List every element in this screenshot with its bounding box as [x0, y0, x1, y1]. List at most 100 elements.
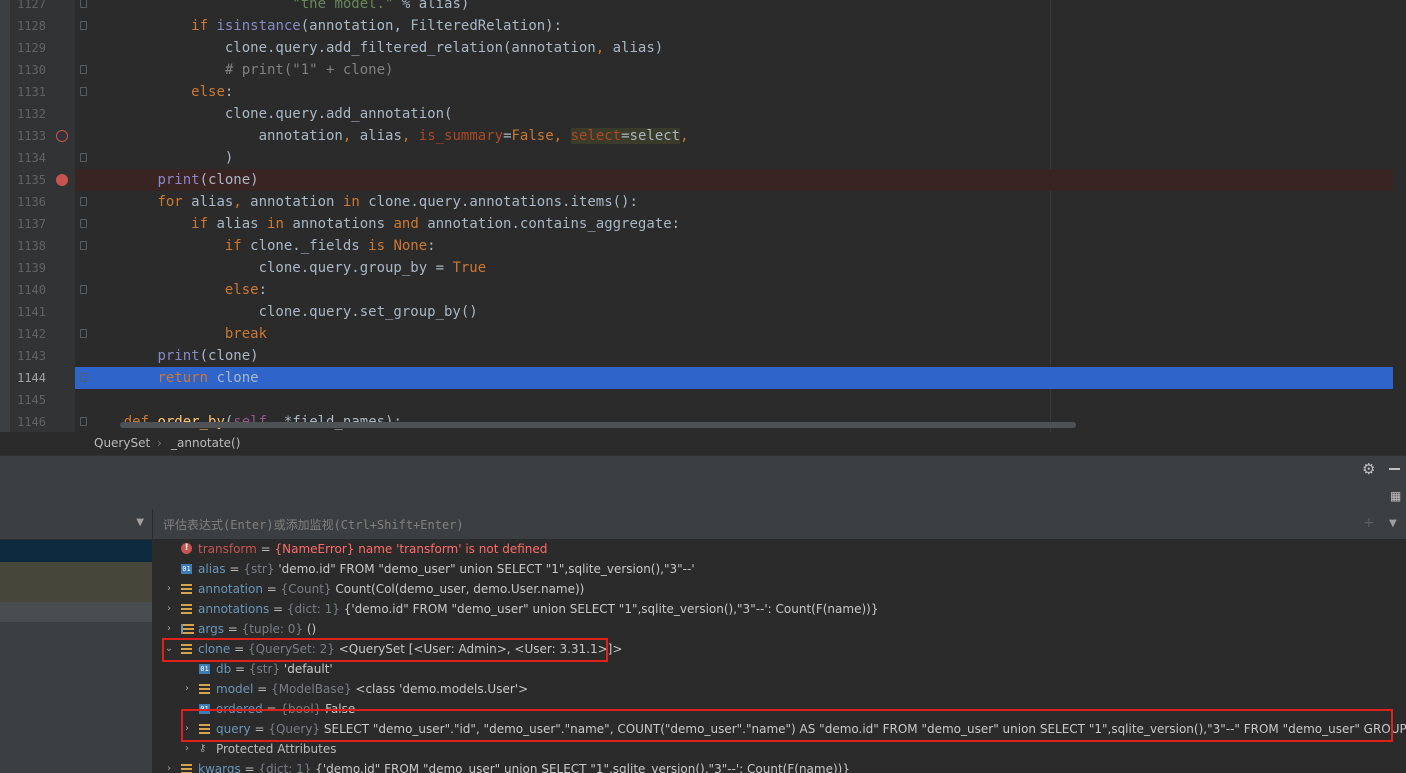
variable-text: transform = {NameError} name 'transform'… — [198, 539, 547, 559]
code-text: "the model." % alias) — [292, 0, 470, 12]
code-line[interactable]: 1139 clone.query.group_by = True — [0, 257, 1392, 279]
expand-icon[interactable]: › — [181, 739, 193, 759]
line-number: 1130 — [17, 63, 46, 77]
code-line[interactable]: 1131 else: — [0, 81, 1392, 103]
line-number: 1146 — [17, 415, 46, 429]
history-dropdown-icon[interactable]: ▼ — [1389, 518, 1397, 529]
breadcrumb-separator: › — [157, 436, 162, 450]
code-editor[interactable]: 1127 "the model." % alias) 1128 if isinst… — [0, 0, 1406, 432]
code-text: clone.query.group_by = True — [90, 260, 487, 276]
code-line[interactable]: 1142 break — [0, 323, 1392, 345]
code-text: else: — [224, 282, 268, 298]
line-number: 1142 — [17, 327, 46, 341]
code-line[interactable]: 1128 if isinstance(annotation, FilteredR… — [0, 15, 1392, 37]
variable-value: 'demo.id" FROM "demo_user" union SELECT … — [278, 562, 695, 576]
variable-row[interactable]: ! transform = {NameError} name 'transform… — [153, 539, 1406, 559]
line-number: 1133 — [17, 129, 46, 143]
equals-sign: = — [253, 682, 272, 696]
code-line[interactable]: 1136 for alias, annotation in clone.quer… — [0, 191, 1392, 213]
variable-value: <class 'demo.models.User'> — [355, 682, 529, 696]
minimize-icon[interactable] — [1389, 468, 1400, 470]
code-line[interactable]: 1137 if alias in annotations and annotat… — [0, 213, 1392, 235]
breakpoint-icon[interactable] — [56, 130, 68, 142]
variable-row[interactable]: › model = {ModelBase} <class 'demo.models… — [153, 679, 1406, 699]
variable-name: annotation — [198, 582, 263, 596]
code-line[interactable]: 1145 — [0, 389, 1392, 411]
breadcrumb-class[interactable]: QuerySet — [94, 432, 150, 454]
expand-icon[interactable]: › — [163, 579, 175, 599]
variable-text: kwargs = {dict: 1} {'demo.id" FROM "demo… — [198, 759, 850, 773]
layout-icon[interactable]: ▦ — [1390, 489, 1401, 503]
fold-marker-icon[interactable] — [80, 197, 87, 206]
code-line[interactable]: 1127 "the model." % alias) — [0, 0, 1392, 15]
code-line[interactable]: 1129 clone.query.add_filtered_relation(a… — [0, 37, 1392, 59]
fold-marker-icon[interactable] — [80, 87, 87, 96]
gear-icon[interactable]: ⚙ — [1362, 460, 1375, 478]
expand-icon[interactable]: › — [163, 599, 175, 619]
breakpoint-line-highlight — [75, 169, 1393, 191]
line-number: 1131 — [17, 85, 46, 99]
horizontal-scrollbar[interactable] — [120, 422, 1076, 428]
error-stripe[interactable] — [1393, 0, 1406, 432]
field-icon — [181, 764, 192, 773]
variable-value: {'demo.id" FROM "demo_user" union SELECT… — [343, 602, 879, 616]
code-line[interactable]: 1132 clone.query.add_annotation( — [0, 103, 1392, 125]
fold-marker-icon[interactable] — [80, 153, 87, 162]
fold-marker-icon[interactable] — [80, 417, 87, 426]
variable-text: db = {str} 'default' — [216, 659, 333, 679]
variable-text: annotations = {dict: 1} {'demo.id" FROM … — [198, 599, 878, 619]
code-line[interactable]: 1138 if clone._fields is None: — [0, 235, 1392, 257]
variable-text: model = {ModelBase} <class 'demo.models.… — [216, 679, 528, 699]
variable-row[interactable]: › annotations = {dict: 1} {'demo.id" FROM… — [153, 599, 1406, 619]
fold-marker-icon[interactable] — [80, 329, 87, 338]
breadcrumb-method[interactable]: _annotate() — [171, 432, 240, 454]
thread-selector[interactable]: ▼ — [0, 509, 152, 540]
debug-toolbar: ▦ — [0, 481, 1406, 509]
code-line[interactable]: 1144 return clone — [0, 367, 1393, 389]
variable-row[interactable]: › args = {tuple: 0} () — [153, 619, 1406, 639]
variable-value: () — [306, 622, 317, 636]
fold-marker-icon[interactable] — [80, 21, 87, 30]
variable-row[interactable]: › kwargs = {dict: 1} {'demo.id" FROM "dem… — [153, 759, 1406, 773]
variable-name: alias — [198, 562, 226, 576]
code-text: print(clone) — [157, 172, 259, 188]
code-line[interactable]: 1133 annotation, alias, is_summary=False… — [0, 125, 1392, 147]
line-number: 1134 — [17, 151, 46, 165]
variable-row[interactable]: 01 alias = {str} 'demo.id" FROM "demo_use… — [153, 559, 1406, 579]
code-line[interactable]: 1140 else: — [0, 279, 1392, 301]
line-number: 1138 — [17, 239, 46, 253]
fold-marker-icon[interactable] — [80, 219, 87, 228]
variable-text: annotation = {Count} Count(Col(demo_user… — [198, 579, 584, 599]
code-text: # print("1" + clone) — [224, 62, 394, 78]
code-line[interactable]: 1141 clone.query.set_group_by() — [0, 301, 1392, 323]
variable-name: args — [198, 622, 224, 636]
code-line[interactable]: 1134 ) — [0, 147, 1392, 169]
frame-item-selected[interactable] — [0, 540, 152, 562]
fold-marker-icon[interactable] — [80, 285, 87, 294]
code-line[interactable]: 1143 print(clone) — [0, 345, 1392, 367]
variable-value: name 'transform' is not defined — [358, 542, 548, 556]
fold-marker-icon[interactable] — [80, 0, 87, 8]
expand-icon[interactable]: › — [163, 759, 175, 773]
frame-item[interactable] — [0, 602, 152, 622]
fold-marker-icon[interactable] — [80, 241, 87, 250]
evaluate-expression-input[interactable] — [153, 509, 1365, 541]
line-number: 1127 — [17, 0, 46, 11]
debug-panel-header: ⚙ — [0, 455, 1406, 482]
expand-icon[interactable]: › — [163, 619, 175, 639]
chevron-down-icon[interactable]: ▼ — [136, 517, 144, 528]
expand-icon[interactable]: › — [181, 679, 193, 699]
code-line[interactable]: 1130 # print("1" + clone) — [0, 59, 1392, 81]
fold-marker-icon[interactable] — [80, 373, 87, 382]
variable-row[interactable]: › annotation = {Count} Count(Col(demo_use… — [153, 579, 1406, 599]
fold-marker-icon[interactable] — [80, 65, 87, 74]
code-line[interactable]: 1135 print(clone) — [0, 169, 1393, 191]
breakpoint-icon[interactable] — [56, 174, 68, 186]
variable-row[interactable]: 01 db = {str} 'default' — [153, 659, 1406, 679]
line-number: 1137 — [17, 217, 46, 231]
add-watch-icon[interactable]: + — [1363, 515, 1375, 531]
variable-value: Count(Col(demo_user, demo.User.name)) — [335, 582, 585, 596]
equals-sign: = — [225, 562, 244, 576]
variable-row[interactable]: › ⚷ Protected Attributes — [153, 739, 1406, 759]
frame-item[interactable] — [0, 562, 152, 602]
